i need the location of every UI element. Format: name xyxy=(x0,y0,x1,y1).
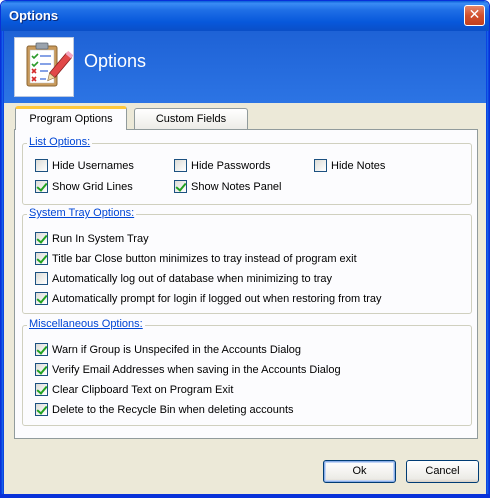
run-in-system-tray-checkbox[interactable]: Run In System Tray xyxy=(35,231,149,246)
clipboard-checklist-icon xyxy=(14,37,74,97)
system-tray-options-legend: System Tray Options: xyxy=(27,207,137,219)
checkbox-box[interactable] xyxy=(35,272,48,285)
checkbox-box[interactable] xyxy=(35,292,48,305)
checkbox-label: Run In System Tray xyxy=(52,232,149,245)
miscellaneous-options-legend: Miscellaneous Options: xyxy=(27,318,145,330)
checkbox-label: Hide Usernames xyxy=(52,159,134,172)
options-window: Options ✕ Options Program Options Custom… xyxy=(0,0,490,498)
checkbox-box[interactable] xyxy=(35,343,48,356)
window-title: Options xyxy=(9,8,59,23)
checkbox-box[interactable] xyxy=(314,159,327,172)
ok-button[interactable]: Ok xyxy=(323,460,396,483)
delete-to-recycle-bin-checkbox[interactable]: Delete to the Recycle Bin when deleting … xyxy=(35,402,294,417)
system-tray-options-group: System Tray Options: Run In System Tray … xyxy=(22,207,472,314)
checkbox-label: Title bar Close button minimizes to tray… xyxy=(52,252,357,265)
checkbox-label: Warn if Group is Unspecifed in the Accou… xyxy=(52,343,302,356)
miscellaneous-options-group: Miscellaneous Options: Warn if Group is … xyxy=(22,318,472,426)
checkbox-label: Show Notes Panel xyxy=(191,180,282,193)
checkbox-box[interactable] xyxy=(174,159,187,172)
window-frame-right xyxy=(486,31,489,497)
warn-group-unspecified-checkbox[interactable]: Warn if Group is Unspecifed in the Accou… xyxy=(35,342,301,357)
program-options-panel: List Options: Hide Usernames Hide Passwo… xyxy=(14,129,478,439)
checkbox-label: Automatically log out of database when m… xyxy=(52,272,333,285)
list-options-group: List Options: Hide Usernames Hide Passwo… xyxy=(22,136,472,205)
close-minimizes-to-tray-checkbox[interactable]: Title bar Close button minimizes to tray… xyxy=(35,251,357,266)
checkbox-label: Hide Notes xyxy=(331,159,386,172)
cancel-button[interactable]: Cancel xyxy=(406,460,479,483)
close-icon[interactable]: ✕ xyxy=(464,5,485,26)
checkbox-box[interactable] xyxy=(35,403,48,416)
header-title: Options xyxy=(84,51,147,71)
checkbox-box[interactable] xyxy=(174,180,187,193)
checkbox-label: Clear Clipboard Text on Program Exit xyxy=(52,383,234,396)
verify-email-addresses-checkbox[interactable]: Verify Email Addresses when saving in th… xyxy=(35,362,341,377)
checkbox-box[interactable] xyxy=(35,232,48,245)
tab-program-options[interactable]: Program Options xyxy=(15,106,127,130)
checkbox-label: Show Grid Lines xyxy=(52,180,133,193)
checkbox-label: Hide Passwords xyxy=(191,159,271,172)
show-grid-lines-checkbox[interactable]: Show Grid Lines xyxy=(35,179,133,194)
hide-notes-checkbox[interactable]: Hide Notes xyxy=(314,158,385,173)
auto-logout-on-minimize-checkbox[interactable]: Automatically log out of database when m… xyxy=(35,271,332,286)
header-banner: Options xyxy=(4,31,486,103)
hide-passwords-checkbox[interactable]: Hide Passwords xyxy=(174,158,270,173)
checkbox-box[interactable] xyxy=(35,159,48,172)
checkbox-label: Automatically prompt for login if logged… xyxy=(52,292,382,305)
hide-usernames-checkbox[interactable]: Hide Usernames xyxy=(35,158,134,173)
checkbox-label: Verify Email Addresses when saving in th… xyxy=(52,363,341,376)
auto-prompt-login-checkbox[interactable]: Automatically prompt for login if logged… xyxy=(35,291,382,306)
show-notes-panel-checkbox[interactable]: Show Notes Panel xyxy=(174,179,282,194)
checkbox-label: Delete to the Recycle Bin when deleting … xyxy=(52,403,294,416)
checkbox-box[interactable] xyxy=(35,180,48,193)
checkbox-box[interactable] xyxy=(35,363,48,376)
checkbox-box[interactable] xyxy=(35,252,48,265)
window-frame-bottom xyxy=(1,494,489,497)
checkbox-box[interactable] xyxy=(35,383,48,396)
list-options-legend: List Options: xyxy=(27,136,93,148)
tab-custom-fields[interactable]: Custom Fields xyxy=(134,108,248,130)
title-bar[interactable]: Options ✕ xyxy=(1,1,489,31)
clear-clipboard-on-exit-checkbox[interactable]: Clear Clipboard Text on Program Exit xyxy=(35,382,233,397)
